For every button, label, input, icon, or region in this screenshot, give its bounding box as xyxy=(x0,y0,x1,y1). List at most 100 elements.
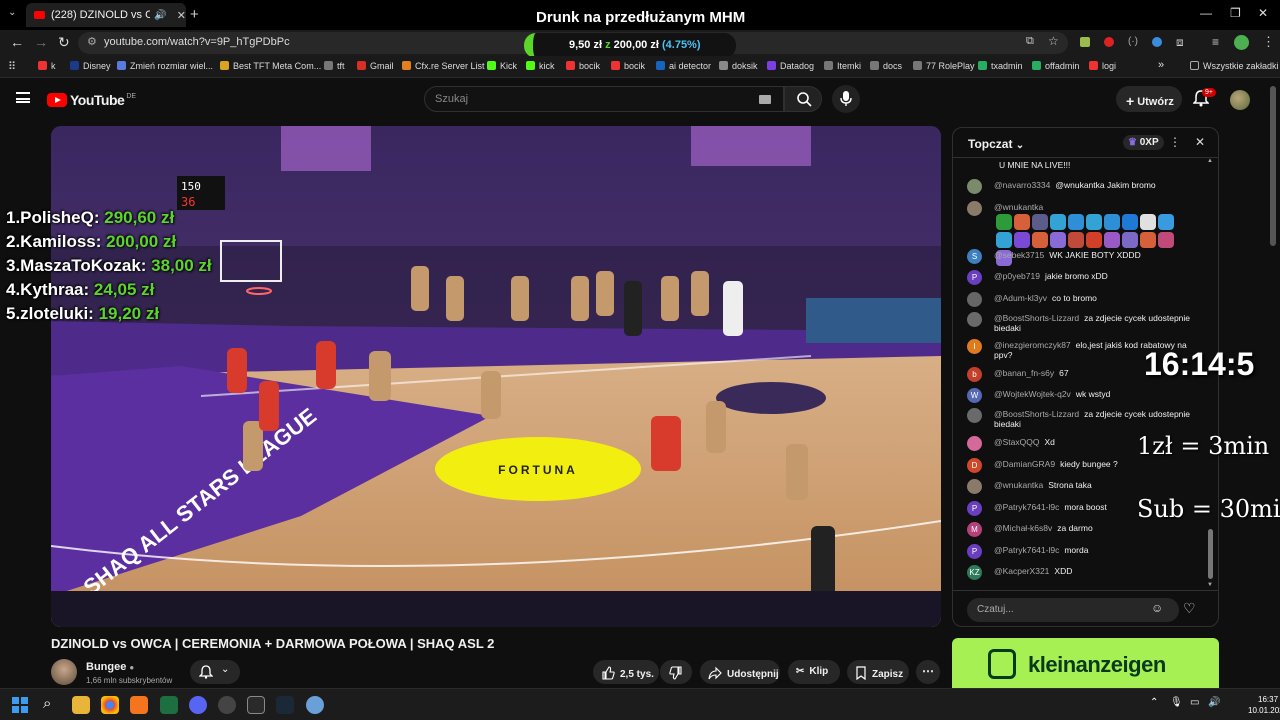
steam-icon[interactable] xyxy=(276,696,294,714)
tray-chevron-icon[interactable]: ⌃ xyxy=(1150,697,1158,708)
windows-start-icon[interactable] xyxy=(12,697,28,713)
bookmark-item[interactable]: 77 RolePlay xyxy=(913,61,975,71)
chat-author-avatar[interactable]: S xyxy=(967,249,982,264)
microphone-icon[interactable]: 🎙 xyxy=(1170,697,1183,708)
chat-author-name[interactable]: @BoostShorts-Lizzard xyxy=(994,409,1079,419)
chat-author-name[interactable]: @StaxQQQ xyxy=(994,437,1039,447)
notification-settings-button[interactable]: ⌄ xyxy=(190,660,240,684)
bookmark-item[interactable]: k xyxy=(38,61,56,71)
discord-icon[interactable] xyxy=(189,696,207,714)
chat-author-avatar[interactable]: I xyxy=(967,339,982,354)
chat-author-avatar[interactable]: M xyxy=(967,522,982,537)
more-bookmarks-icon[interactable]: » xyxy=(1158,59,1164,71)
chat-author-name[interactable]: @Michał-k6s8v xyxy=(994,523,1052,533)
file-explorer-icon[interactable] xyxy=(72,696,90,714)
menu-icon[interactable] xyxy=(16,92,30,103)
youtube-logo[interactable]: YouTube DE xyxy=(47,92,136,108)
speaker-icon[interactable]: 🔊 xyxy=(154,10,166,21)
create-button[interactable]: + Utwórz xyxy=(1116,86,1182,112)
site-info-icon[interactable]: ⚙ xyxy=(87,35,97,48)
bookmark-star-icon[interactable]: ☆ xyxy=(1048,34,1059,48)
all-bookmarks-folder[interactable]: Wszystkie zakładki xyxy=(1190,61,1279,71)
scroll-up-icon[interactable]: ▲ xyxy=(1207,158,1213,164)
keyboard-icon[interactable] xyxy=(759,95,771,104)
extension-icon[interactable] xyxy=(1080,37,1090,47)
chrome-icon[interactable] xyxy=(101,696,119,714)
close-chat-icon[interactable]: ✕ xyxy=(1195,135,1205,149)
chat-author-avatar[interactable] xyxy=(967,292,982,307)
chat-author-avatar[interactable] xyxy=(967,312,982,327)
chat-author-name[interactable]: @Patryk7641-l9c xyxy=(994,545,1059,555)
minimize-icon[interactable]: — xyxy=(1200,6,1212,20)
chat-author-name[interactable]: @Adum-kl3yv xyxy=(994,293,1047,303)
chat-author-avatar[interactable] xyxy=(967,201,982,216)
chat-author-name[interactable]: @p0yeb719 xyxy=(994,271,1040,281)
bookmark-item[interactable]: kick xyxy=(526,61,555,71)
app-icon[interactable] xyxy=(306,696,324,714)
chat-author-name[interactable]: @wnukantka xyxy=(994,202,1043,212)
voice-search-button[interactable] xyxy=(832,85,860,113)
bookmark-item[interactable]: doksik xyxy=(719,61,758,71)
bookmark-item[interactable]: Gmail xyxy=(357,61,394,71)
browser-menu-icon[interactable]: ⋮ xyxy=(1262,34,1275,50)
save-button[interactable]: Zapisz xyxy=(847,660,909,684)
volume-icon[interactable]: 🔊 xyxy=(1208,697,1220,708)
chat-author-avatar[interactable]: D xyxy=(967,458,982,473)
emoji-icon[interactable]: ☺ xyxy=(1151,601,1163,615)
search-input[interactable]: Szukaj xyxy=(424,86,784,112)
chat-more-icon[interactable]: ⋮ xyxy=(1169,135,1181,149)
bookmark-item[interactable]: offadmin xyxy=(1032,61,1079,71)
chat-author-name[interactable]: @Patryk7641-l9c xyxy=(994,502,1059,512)
chat-author-avatar[interactable]: b xyxy=(967,367,982,382)
chat-author-avatar[interactable]: W xyxy=(967,388,982,403)
chat-author-name[interactable]: @inezgieromczyk87 xyxy=(994,340,1071,350)
extension-icon[interactable]: (·) xyxy=(1128,36,1138,47)
close-window-icon[interactable]: ✕ xyxy=(1258,6,1268,20)
forward-icon[interactable]: → xyxy=(34,34,48,50)
account-avatar[interactable] xyxy=(1230,90,1250,110)
bookmark-item[interactable]: Datadog xyxy=(767,61,814,71)
app-icon[interactable] xyxy=(218,696,236,714)
video-player[interactable]: FORTUNA SHAQ ALL STARS LEAGUE 150 36 xyxy=(51,126,941,627)
clip-button[interactable]: ✂ Klip xyxy=(788,660,840,684)
channel-name[interactable]: Bungee ● xyxy=(86,661,134,673)
chat-author-avatar[interactable] xyxy=(967,479,982,494)
taskbar-clock[interactable]: 16:37 10.01.2026 xyxy=(1248,694,1280,716)
chat-author-name[interactable]: @DamianGRA9 xyxy=(994,459,1055,469)
chat-scroll-thumb[interactable] xyxy=(1208,529,1213,579)
scroll-down-icon[interactable]: ▼ xyxy=(1207,582,1213,588)
profile-avatar[interactable] xyxy=(1234,35,1249,50)
heart-icon[interactable]: ♡ xyxy=(1183,600,1196,617)
chat-author-name[interactable]: @navarro3334 xyxy=(994,180,1050,190)
chat-author-name[interactable]: @KacperX321 xyxy=(994,566,1049,576)
chat-xp-badge[interactable]: ♛ 0XP xyxy=(1123,135,1164,150)
chat-author-name[interactable]: @banan_fn-s6y xyxy=(994,368,1054,378)
app-icon[interactable] xyxy=(247,696,265,714)
chat-author-name[interactable]: @sebek3715 xyxy=(994,250,1044,260)
bookmark-item[interactable]: logi xyxy=(1089,61,1116,71)
search-icon[interactable]: ⌕ xyxy=(43,695,51,712)
install-app-icon[interactable]: ⧉ xyxy=(1026,35,1034,48)
chat-author-avatar[interactable]: P xyxy=(967,544,982,559)
back-icon[interactable]: ← xyxy=(10,34,24,50)
bookmark-item[interactable]: Cfx.re Server List xyxy=(402,61,485,71)
chat-author-avatar[interactable]: P xyxy=(967,501,982,516)
bookmark-item[interactable]: Zmień rozmiar wiel... xyxy=(117,61,213,71)
bookmark-item[interactable]: Best TFT Meta Com... xyxy=(220,61,321,71)
bookmark-item[interactable]: Disney xyxy=(70,61,111,71)
chat-author-avatar[interactable] xyxy=(967,408,982,423)
channel-avatar[interactable] xyxy=(51,659,77,685)
more-actions-button[interactable]: ⋯ xyxy=(916,660,940,684)
chat-author-name[interactable]: @wnukantka xyxy=(994,480,1043,490)
network-icon[interactable]: ▭ xyxy=(1190,697,1199,708)
bookmark-item[interactable]: tft xyxy=(324,61,345,71)
chat-author-name[interactable]: @WojtekWojtek-q2v xyxy=(994,389,1071,399)
like-button[interactable]: 2,5 tys. xyxy=(593,660,659,684)
new-tab-icon[interactable]: + xyxy=(190,6,199,23)
chat-input[interactable]: Czatuj... xyxy=(967,598,1179,622)
search-button[interactable] xyxy=(784,86,822,112)
app-icon[interactable] xyxy=(160,696,178,714)
extensions-puzzle-icon[interactable]: ⧈ xyxy=(1176,35,1184,50)
reload-icon[interactable]: ↻ xyxy=(58,34,70,51)
extension-icon[interactable] xyxy=(1104,37,1114,47)
